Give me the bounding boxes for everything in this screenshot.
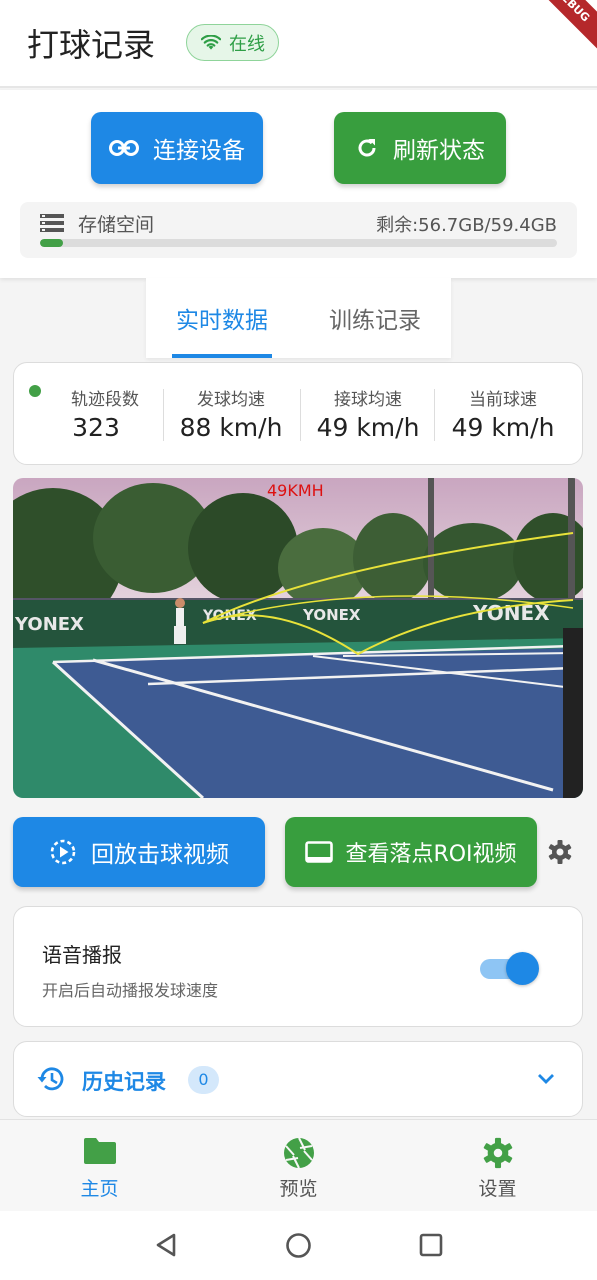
stat-label: 发球均速 (197, 390, 265, 410)
stat-divider (163, 389, 164, 441)
replay-hit-video-label: 回放击球视频 (91, 842, 229, 868)
stat-value: 323 (72, 413, 120, 442)
bottom-navigation: 主页 预览 设置 (0, 1119, 597, 1211)
wifi-icon (201, 34, 221, 50)
recents-icon[interactable] (419, 1232, 443, 1258)
nav-item-home[interactable]: 主页 (0, 1120, 199, 1212)
voice-broadcast-title: 语音播报 (42, 943, 122, 967)
court-video-preview[interactable]: YONEX YONEX YONEX YONEX 49KMH (13, 478, 583, 798)
gear-icon (483, 1137, 512, 1169)
stat-value: 88 km/h (179, 413, 283, 442)
nav-item-preview[interactable]: 预览 (199, 1120, 398, 1212)
history-records-panel[interactable]: 历史记录 0 (13, 1041, 583, 1117)
storage-card: 存储空间 剩余:56.7GB/59.4GB (20, 202, 577, 258)
tab-realtime-data[interactable]: 实时数据 (146, 278, 298, 358)
stat-divider (300, 389, 301, 441)
camera-shutter-icon (283, 1137, 314, 1169)
replay-icon (50, 839, 76, 865)
stat-value: 49 km/h (451, 413, 555, 442)
video-settings-gear-icon[interactable] (546, 838, 574, 866)
active-tab-indicator (172, 354, 272, 358)
storage-progress-fill (40, 239, 64, 247)
view-roi-video-button[interactable]: 查看落点ROI视频 (285, 817, 537, 887)
voice-broadcast-card: 语音播报 开启后自动播报发球速度 (13, 906, 583, 1027)
nav-label: 主页 (80, 1178, 119, 1200)
storage-icon (40, 214, 64, 232)
refresh-icon (358, 139, 376, 157)
stat-trajectory-count: 轨迹段数 323 (32, 363, 160, 463)
stat-label: 当前球速 (469, 390, 537, 410)
speed-overlay-text: 49KMH (267, 481, 324, 500)
online-status-badge: 在线 (186, 24, 279, 61)
home-icon[interactable] (285, 1232, 312, 1259)
refresh-status-button[interactable]: 刷新状态 (334, 112, 506, 184)
nav-label: 设置 (478, 1178, 517, 1200)
replay-hit-video-button[interactable]: 回放击球视频 (13, 817, 265, 887)
stat-label: 接球均速 (334, 390, 402, 410)
debug-banner: DEBUG (523, 0, 597, 54)
storage-label: 存储空间 (78, 214, 155, 236)
stat-serve-avg-speed: 发球均速 88 km/h (166, 363, 296, 463)
storage-progress-bar (40, 239, 557, 247)
history-records-title: 历史记录 (82, 1070, 166, 1094)
tab-bar: 实时数据 训练记录 (146, 278, 451, 358)
refresh-status-label: 刷新状态 (393, 138, 485, 164)
storage-remaining: 剩余:56.7GB/59.4GB (376, 215, 557, 236)
nav-item-settings[interactable]: 设置 (398, 1120, 597, 1212)
stat-receive-avg-speed: 接球均速 49 km/h (302, 363, 434, 463)
stats-card: 轨迹段数 323 发球均速 88 km/h 接球均速 49 km/h 当前球速 … (13, 362, 583, 465)
online-status-label: 在线 (229, 33, 265, 55)
voice-broadcast-subtitle: 开启后自动播报发球速度 (42, 981, 219, 1000)
stat-label: 轨迹段数 (71, 390, 139, 410)
stat-value: 49 km/h (316, 413, 420, 442)
yonex-banner-text: YONEX (14, 614, 84, 635)
stat-divider (434, 389, 435, 441)
stat-current-speed: 当前球速 49 km/h (436, 363, 570, 463)
device-panel: 连接设备 刷新状态 存储空间 剩余:56.7GB/59.4GB (0, 90, 597, 278)
connect-device-label: 连接设备 (153, 138, 245, 164)
app-title: 打球记录 (27, 26, 156, 64)
back-icon[interactable] (154, 1232, 178, 1258)
connect-device-button[interactable]: 连接设备 (91, 112, 263, 184)
tennis-court-image: YONEX YONEX YONEX YONEX (13, 478, 583, 798)
app-bar: 打球记录 在线 DEBUG (0, 0, 597, 88)
nav-label: 预览 (279, 1178, 318, 1200)
system-navigation-bar (0, 1211, 597, 1280)
view-roi-video-label: 查看落点ROI视频 (345, 842, 517, 867)
voice-broadcast-toggle[interactable] (480, 951, 540, 985)
link-icon (109, 140, 139, 156)
yonex-banner-text: YONEX (472, 601, 550, 625)
tab-training-records[interactable]: 训练记录 (299, 278, 451, 358)
toggle-thumb (506, 952, 539, 985)
history-icon (37, 1067, 64, 1091)
history-count-badge: 0 (188, 1066, 219, 1094)
monitor-icon (305, 841, 334, 863)
folder-icon (83, 1138, 116, 1164)
chevron-down-icon[interactable] (535, 1069, 557, 1089)
yonex-banner-text: YONEX (302, 606, 361, 624)
